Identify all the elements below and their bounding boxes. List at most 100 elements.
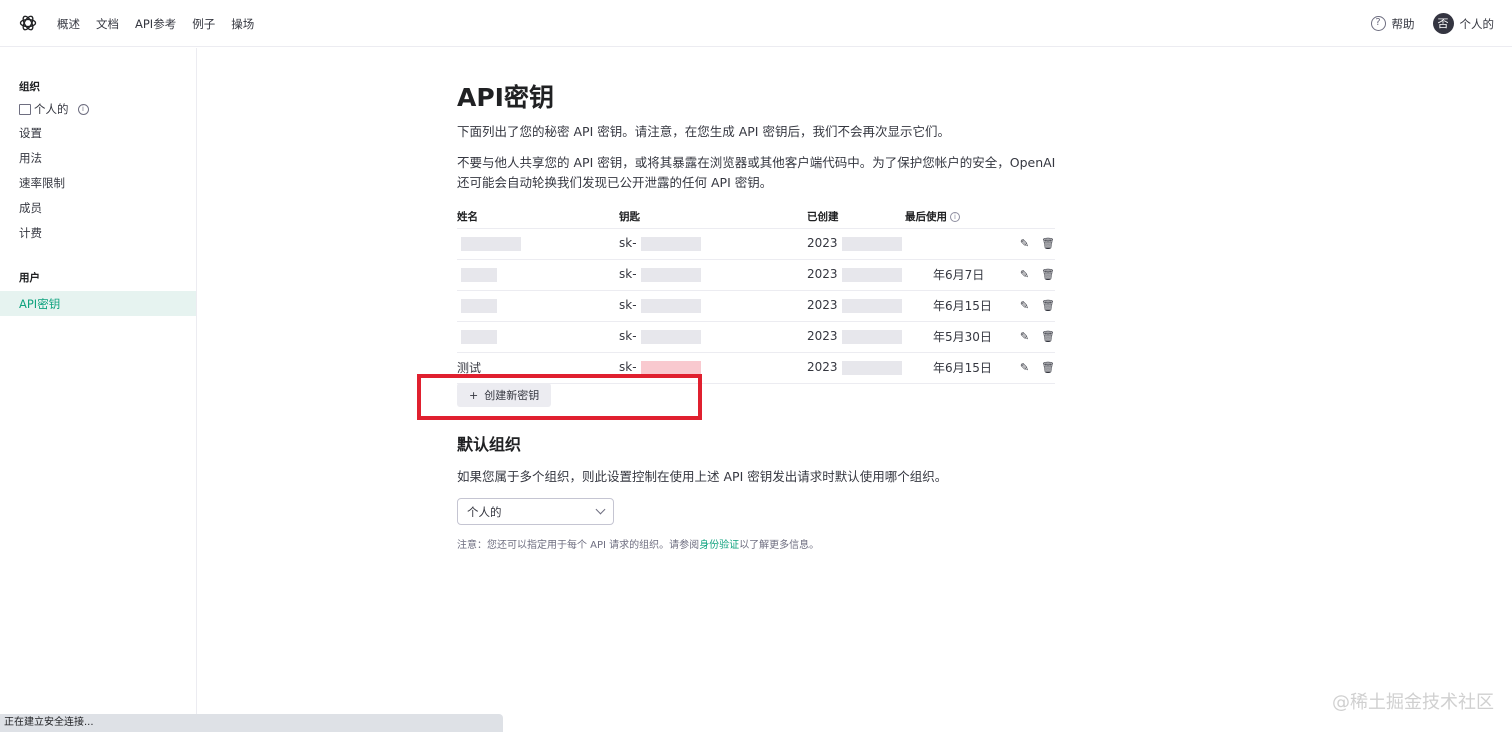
redacted-block [640, 236, 701, 251]
cell-last-used: 年6月15日 [905, 352, 1015, 384]
info-icon[interactable]: i [950, 212, 960, 223]
header-name: 姓名 [457, 206, 619, 229]
trash-icon[interactable]: 🗑 [1041, 361, 1055, 374]
cell-key: sk- [619, 259, 807, 291]
nav-playground[interactable]: 操场 [231, 16, 254, 32]
trash-icon[interactable]: 🗑 [1041, 237, 1055, 250]
redacted-block [640, 298, 701, 313]
key-name: 测试 [457, 361, 482, 375]
trash-icon[interactable]: 🗑 [1041, 299, 1055, 312]
default-org-select-value: 个人的 [467, 504, 502, 519]
watermark: @稀土掘金技术社区 [1332, 692, 1494, 713]
sidebar-item-usage[interactable]: 用法 [19, 150, 42, 166]
key-value: sk- [619, 329, 637, 344]
trash-icon[interactable]: 🗑 [1041, 268, 1055, 281]
openai-logo-icon[interactable] [18, 13, 38, 33]
table-row: sk- 2023 ✎ 🗑 [457, 228, 1055, 260]
sidebar-item-rate-limits[interactable]: 速率限制 [19, 175, 65, 191]
redacted-block [841, 360, 902, 375]
cell-actions: ✎ 🗑 [1015, 228, 1055, 260]
created-date: 2023 [807, 360, 838, 375]
header-last-used: 最后使用 i [905, 206, 1015, 229]
header-actions [1015, 206, 1055, 229]
cell-name [457, 228, 619, 260]
default-org-select[interactable]: 个人的 [457, 498, 614, 525]
key-value: sk- [619, 267, 637, 282]
redacted-block [461, 329, 497, 344]
authentication-link[interactable]: 身份验证 [699, 540, 739, 551]
page-title: API密钥 [457, 83, 554, 112]
sidebar-org-selector[interactable]: 个人的 i [19, 101, 89, 117]
cell-actions: ✎ 🗑 [1015, 259, 1055, 291]
browser-status-bar: 正在建立安全连接... [0, 714, 503, 732]
edit-icon[interactable]: ✎ [1020, 299, 1029, 312]
cell-name [457, 321, 619, 353]
redacted-block [461, 267, 497, 282]
help-link[interactable]: 帮助 [1392, 16, 1415, 32]
chevron-down-icon [595, 504, 606, 515]
help-icon[interactable]: ? [1370, 16, 1386, 31]
description-1: 下面列出了您的秘密 API 密钥。请注意，在您生成 API 密钥后，我们不会再次… [457, 124, 950, 139]
redacted-block [640, 267, 701, 282]
nav-docs[interactable]: 文档 [96, 16, 119, 32]
edit-icon[interactable]: ✎ [1020, 361, 1029, 374]
cell-key: sk- [619, 321, 807, 353]
sidebar-item-members[interactable]: 成员 [19, 200, 42, 216]
key-value: sk- [619, 298, 637, 313]
create-new-key-label: 创建新密钥 [484, 389, 540, 402]
redacted-block [461, 298, 497, 313]
redacted-block [841, 267, 902, 282]
sidebar: 组织 个人的 i 设置 用法 速率限制 成员 计费 用户 API密钥 [0, 48, 197, 732]
trash-icon[interactable]: 🗑 [1041, 330, 1055, 343]
cell-last-used: 年6月15日 [905, 290, 1015, 322]
cell-actions: ✎ 🗑 [1015, 290, 1055, 322]
account-menu[interactable]: 个人的 [1460, 16, 1495, 32]
top-nav: 概述 文档 API参考 例子 操场 ? 帮助 否 个人的 [0, 0, 1512, 47]
created-date: 2023 [807, 329, 838, 344]
note-prefix: 注意：您还可以指定用于每个 API 请求的组织。请参阅 [457, 540, 700, 551]
created-date: 2023 [807, 236, 838, 251]
nav-overview[interactable]: 概述 [57, 16, 80, 32]
sidebar-item-billing[interactable]: 计费 [19, 225, 42, 241]
redacted-block [640, 329, 701, 344]
cell-last-used: 年6月7日 [905, 259, 1015, 291]
created-date: 2023 [807, 267, 838, 282]
default-org-description: 如果您属于多个组织，则此设置控制在使用上述 API 密钥发出请求时默认使用哪个组… [457, 469, 948, 484]
header-created: 已创建 [807, 206, 905, 229]
redacted-block [640, 360, 701, 375]
cell-key: sk- [619, 228, 807, 260]
edit-icon[interactable]: ✎ [1020, 237, 1029, 250]
nav-links: 概述 文档 API参考 例子 操场 [57, 0, 254, 47]
edit-icon[interactable]: ✎ [1020, 330, 1029, 343]
cell-actions: ✎ 🗑 [1015, 321, 1055, 353]
info-icon[interactable]: i [77, 103, 89, 115]
cell-name [457, 290, 619, 322]
avatar[interactable]: 否 [1432, 13, 1454, 34]
create-new-key-button[interactable]: + 创建新密钥 [457, 383, 552, 407]
note-text: 注意：您还可以指定用于每个 API 请求的组织。请参阅身份验证以了解更多信息。 [457, 536, 819, 551]
redacted-block [461, 236, 521, 251]
sidebar-item-api-keys[interactable]: API密钥 [0, 291, 196, 316]
sidebar-item-label: API密钥 [19, 297, 61, 311]
default-org-title: 默认组织 [457, 435, 522, 454]
cell-last-used: 年5月30日 [905, 321, 1015, 353]
api-keys-table: 姓名 钥匙 已创建 最后使用 i sk- 2023 ✎ 🗑 sk- 2023 年6月… [457, 206, 1055, 384]
nav-examples[interactable]: 例子 [192, 16, 215, 32]
sidebar-heading-user: 用户 [19, 272, 40, 284]
redacted-block [841, 298, 902, 313]
sidebar-item-settings[interactable]: 设置 [19, 125, 42, 141]
building-icon [19, 103, 31, 115]
nav-api-reference[interactable]: API参考 [135, 16, 176, 32]
created-date: 2023 [807, 298, 838, 313]
sidebar-org-name: 个人的 [34, 102, 69, 116]
redacted-block [841, 329, 902, 344]
plus-icon: + [469, 388, 479, 402]
table-row: sk- 2023 年5月30日 ✎ 🗑 [457, 321, 1055, 353]
cell-created: 2023 [807, 259, 905, 291]
nav-right: ? 帮助 否 个人的 [1370, 0, 1495, 47]
note-suffix: 以了解更多信息。 [739, 540, 820, 551]
cell-key: sk- [619, 290, 807, 322]
redacted-block [841, 236, 902, 251]
cell-created: 2023 [807, 228, 905, 260]
edit-icon[interactable]: ✎ [1020, 268, 1029, 281]
